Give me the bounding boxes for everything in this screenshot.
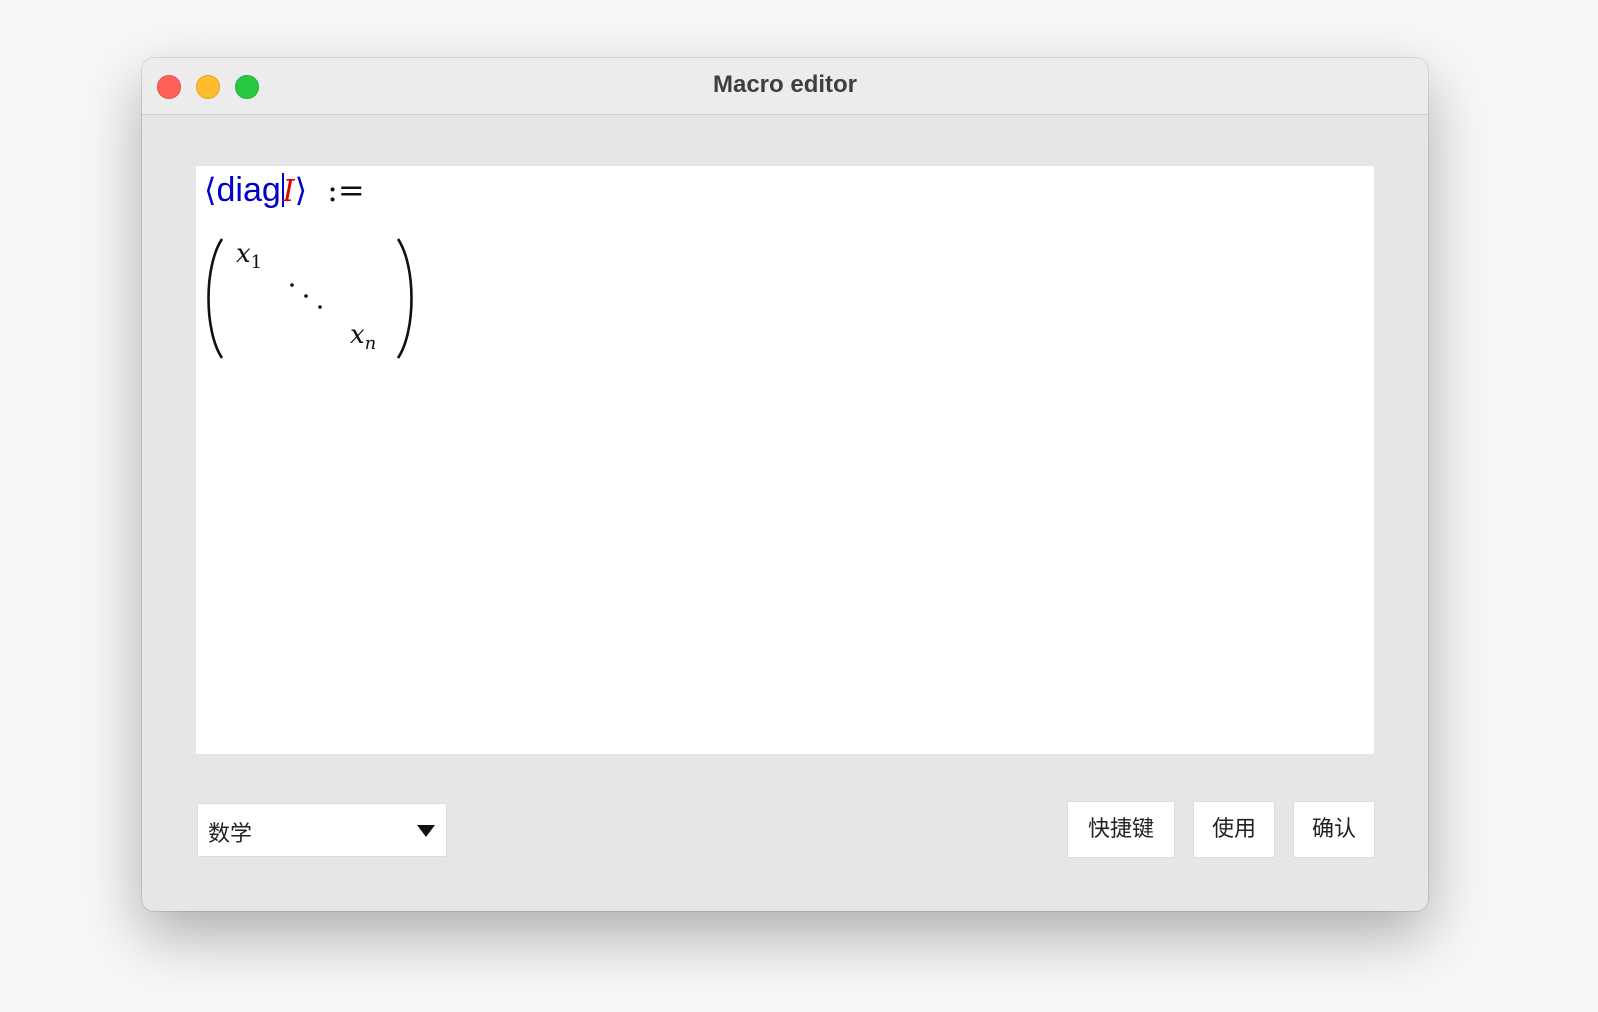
macro-editor-canvas[interactable]: ⟨diagI⟩:= x1 xn [196, 166, 1374, 754]
entry-x1-subscript: 1 [250, 252, 263, 273]
diagonal-matrix[interactable]: x1 xn [200, 236, 430, 362]
matrix-delimiters [207, 238, 413, 359]
entry-xn-base: x [350, 320, 365, 350]
dropdown-arrow-icon [417, 825, 435, 837]
mode-select[interactable]: 数学 [198, 804, 446, 856]
window-title: Macro editor [712, 71, 858, 98]
confirm-button[interactable]: 确认 [1294, 802, 1374, 857]
diagonal-dot-1 [290, 283, 294, 287]
left-parenthesis [207, 238, 224, 359]
entry-x1-base: x [236, 239, 251, 269]
macro-editor-window: Macro editor ⟨diagI⟩:= x1 xn 数学 快捷键 使用 … [142, 58, 1428, 911]
macro-open-bracket: ⟨ [204, 171, 217, 209]
macro-name[interactable]: diag [216, 171, 280, 209]
entry-xn-subscript: n [364, 333, 377, 354]
shortcut-button[interactable]: 快捷键 [1068, 802, 1174, 857]
diagonal-dot-3 [318, 305, 322, 309]
apply-button[interactable]: 使用 [1194, 802, 1274, 857]
matrix-entry-x1[interactable]: x1 [236, 239, 262, 273]
assign-symbol: := [327, 171, 365, 209]
mode-select-value: 数学 [208, 822, 253, 847]
diagonal-dot-2 [304, 294, 308, 298]
title-bar[interactable]: Macro editor [142, 58, 1428, 115]
macro-definition-line[interactable]: ⟨diagI⟩ := [204, 168, 365, 212]
matrix-entry-xn[interactable]: xn [350, 320, 376, 354]
argument-hole-marker[interactable]: I [283, 174, 295, 209]
right-parenthesis [396, 238, 413, 359]
macro-close-bracket: ⟩ [294, 171, 308, 209]
